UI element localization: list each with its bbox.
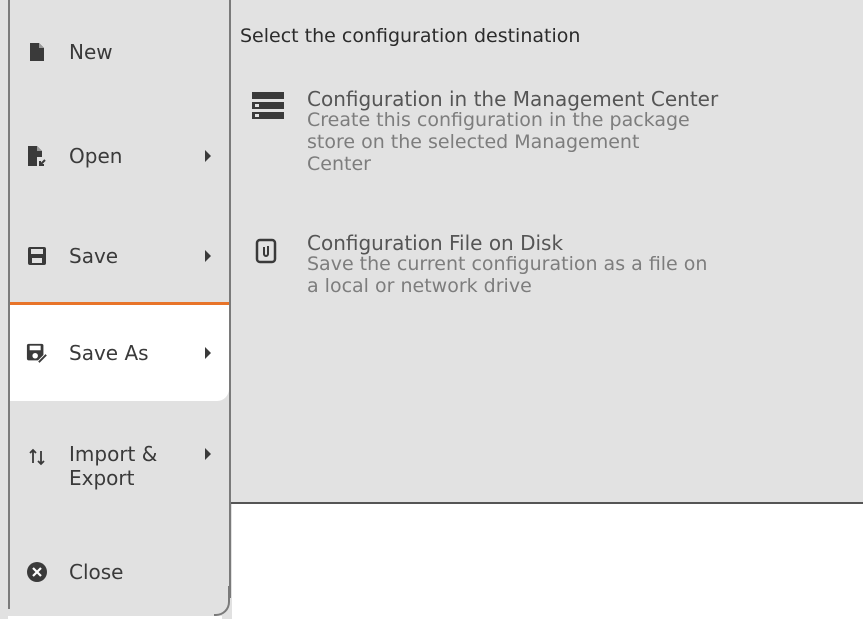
option-file-on-disk[interactable]: Configuration File on Disk Save the curr… <box>241 232 821 302</box>
file-clip-icon <box>255 238 277 268</box>
menu-item-label: Close <box>69 560 124 584</box>
menu-item-label-line2: Export <box>69 466 135 490</box>
menu-item-save-as[interactable]: Save As <box>10 305 229 401</box>
option-description-line2: store on the selected Management <box>307 131 640 153</box>
file-menu: New Open Save Save As Import & Export Cl… <box>0 0 232 619</box>
destination-panel: Select the configuration destination Con… <box>231 0 863 504</box>
menu-item-open[interactable]: Open <box>10 118 229 194</box>
menu-item-close[interactable]: Close <box>10 534 229 610</box>
import-export-icon <box>26 446 48 468</box>
file-icon <box>26 41 48 63</box>
menu-item-label-line1: Import & <box>69 442 158 466</box>
floppy-edit-icon <box>26 342 48 364</box>
floppy-icon <box>26 245 48 267</box>
file-open-icon <box>26 145 48 167</box>
option-title: Configuration File on Disk <box>307 231 564 255</box>
close-circle-icon <box>26 561 48 583</box>
menu-item-save[interactable]: Save <box>10 218 229 294</box>
menu-item-label: Open <box>69 144 123 168</box>
chevron-right-icon <box>205 150 211 162</box>
panel-title: Select the configuration destination <box>240 25 581 47</box>
option-title: Configuration in the Management Center <box>307 87 719 111</box>
chevron-right-icon <box>205 250 211 262</box>
option-description-line2: a local or network drive <box>307 275 532 297</box>
option-management-center[interactable]: Configuration in the Management Center C… <box>241 88 821 184</box>
option-description-line1: Save the current configuration as a file… <box>307 253 708 275</box>
option-description-line3: Center <box>307 153 371 175</box>
menu-item-label: Save As <box>69 341 149 365</box>
option-description-line1: Create this configuration in the package <box>307 109 690 131</box>
chevron-right-icon <box>205 347 211 359</box>
menu-item-label: New <box>69 40 113 64</box>
menu-item-new[interactable]: New <box>10 14 229 90</box>
menu-item-import-export[interactable]: Import & Export <box>10 418 229 510</box>
menu-item-label: Save <box>69 244 119 268</box>
chevron-right-icon <box>205 448 211 460</box>
server-list-icon <box>251 92 285 126</box>
